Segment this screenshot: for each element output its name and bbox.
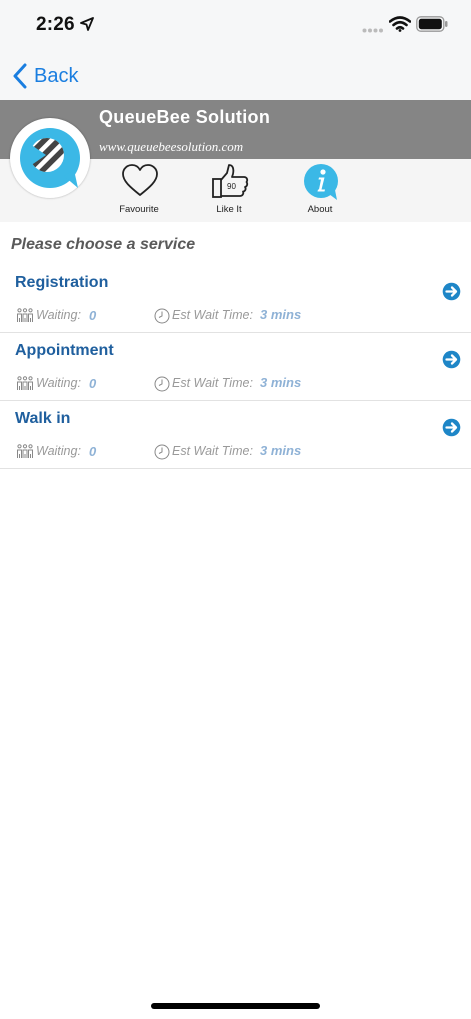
back-button[interactable]: Back bbox=[12, 62, 78, 90]
service-name: Appointment bbox=[15, 342, 114, 359]
clock-icon bbox=[154, 376, 170, 392]
about-label: About bbox=[307, 204, 333, 215]
waiting-count: 0 bbox=[89, 308, 97, 323]
arrow-right-circle-icon[interactable] bbox=[442, 282, 461, 301]
service-row-appointment[interactable]: Appointment Waiting: 0 Est Wait Time: 3 … bbox=[0, 332, 471, 401]
like-count: 90 bbox=[227, 182, 236, 191]
service-name: Registration bbox=[15, 274, 109, 291]
status-time: 2:26 bbox=[36, 14, 75, 35]
est-wait-label: Est Wait Time: bbox=[172, 308, 253, 322]
waiting-count: 0 bbox=[89, 376, 97, 391]
nav-bar: Back bbox=[0, 50, 471, 100]
waiting-label: Waiting: bbox=[36, 376, 81, 390]
heart-icon bbox=[122, 164, 158, 196]
est-wait-label: Est Wait Time: bbox=[172, 376, 253, 390]
waiting-label: Waiting: bbox=[36, 444, 81, 458]
back-label: Back bbox=[34, 64, 79, 87]
people-icon bbox=[17, 308, 33, 322]
service-name: Walk in bbox=[15, 410, 71, 427]
favourite-label: Favourite bbox=[119, 204, 159, 215]
est-wait-value: 3 mins bbox=[260, 443, 302, 458]
people-icon bbox=[17, 444, 33, 458]
home-indicator[interactable] bbox=[151, 1003, 320, 1009]
wifi-icon bbox=[389, 16, 411, 32]
people-icon bbox=[17, 376, 33, 390]
status-bar: 2:26 bbox=[0, 0, 471, 50]
waiting-count: 0 bbox=[89, 444, 97, 459]
queuebee-logo-icon bbox=[20, 128, 80, 188]
like-button[interactable]: 90 Like It bbox=[189, 163, 269, 217]
arrow-right-circle-icon[interactable] bbox=[442, 418, 461, 437]
clock-icon bbox=[154, 308, 170, 324]
service-row-walk-in[interactable]: Walk in Waiting: 0 Est Wait Time: 3 mins bbox=[0, 400, 471, 469]
company-logo bbox=[10, 118, 90, 198]
info-icon bbox=[304, 164, 338, 200]
clock-icon bbox=[154, 444, 170, 460]
about-button[interactable]: About bbox=[280, 163, 360, 217]
est-wait-value: 3 mins bbox=[260, 307, 302, 322]
cellular-signal-icon bbox=[362, 28, 383, 33]
service-row-registration[interactable]: Registration Waiting: 0 Est Wait Time: 3… bbox=[0, 264, 471, 333]
chevron-left-icon bbox=[13, 63, 27, 89]
battery-icon bbox=[416, 16, 448, 32]
est-wait-label: Est Wait Time: bbox=[172, 444, 253, 458]
section-title: Please choose a service bbox=[11, 236, 196, 253]
waiting-label: Waiting: bbox=[36, 308, 81, 322]
est-wait-value: 3 mins bbox=[260, 375, 302, 390]
arrow-right-circle-icon[interactable] bbox=[442, 350, 461, 369]
favourite-button[interactable]: Favourite bbox=[99, 163, 179, 217]
location-arrow-icon bbox=[80, 17, 94, 31]
like-label: Like It bbox=[216, 204, 242, 215]
company-name: QueueBee Solution bbox=[99, 107, 271, 127]
company-url: www.queuebeesolution.com bbox=[99, 139, 244, 154]
